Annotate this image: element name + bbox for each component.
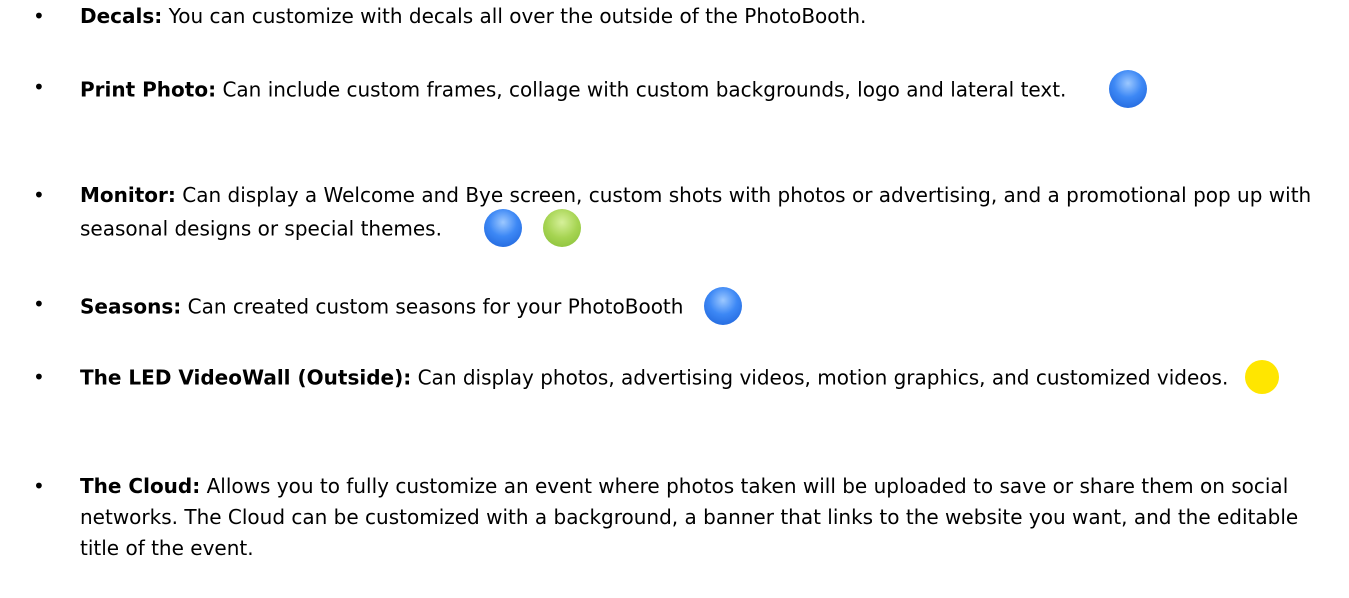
item-term: Monitor: bbox=[80, 183, 176, 207]
item-text: Can include custom frames, collage with … bbox=[222, 77, 1067, 102]
yellow-dot-icon bbox=[1244, 360, 1279, 394]
item-term: The Cloud: bbox=[80, 474, 201, 498]
bullet: • bbox=[33, 474, 45, 498]
green-dot-icon bbox=[542, 209, 581, 247]
bullet: • bbox=[33, 4, 45, 28]
item-body: Decals: You can customize with decals al… bbox=[80, 1, 1335, 32]
bullet: • bbox=[33, 183, 45, 207]
item-text: Allows you to fully customize an event w… bbox=[80, 474, 1299, 560]
item-body: Monitor: Can display a Welcome and Bye s… bbox=[80, 180, 1335, 249]
item-text: Can created custom seasons for your Phot… bbox=[187, 294, 684, 319]
item-body: The Cloud: Allows you to fully customize… bbox=[80, 471, 1335, 564]
blue-dot-icon bbox=[703, 287, 742, 325]
item-term: Decals: bbox=[80, 4, 163, 28]
item-term: Seasons: bbox=[80, 294, 182, 319]
item-body: Print Photo: Can include custom frames, … bbox=[80, 70, 1335, 110]
item-body: The LED VideoWall (Outside): Can display… bbox=[80, 360, 1335, 396]
item-text: Can display photos, advertising videos, … bbox=[417, 365, 1229, 390]
item-text: You can customize with decals all over t… bbox=[168, 4, 867, 28]
item-term: The LED VideoWall (Outside): bbox=[80, 365, 412, 390]
item-text: Can display a Welcome and Bye screen, cu… bbox=[80, 183, 1312, 241]
blue-dot-icon bbox=[484, 209, 523, 247]
blue-dot-icon bbox=[1108, 70, 1147, 108]
item-term: Print Photo: bbox=[80, 77, 217, 102]
item-body: Seasons: Can created custom seasons for … bbox=[80, 287, 1335, 327]
bullet: • bbox=[33, 75, 45, 99]
bullet: • bbox=[33, 292, 45, 316]
bullet: • bbox=[33, 365, 45, 389]
